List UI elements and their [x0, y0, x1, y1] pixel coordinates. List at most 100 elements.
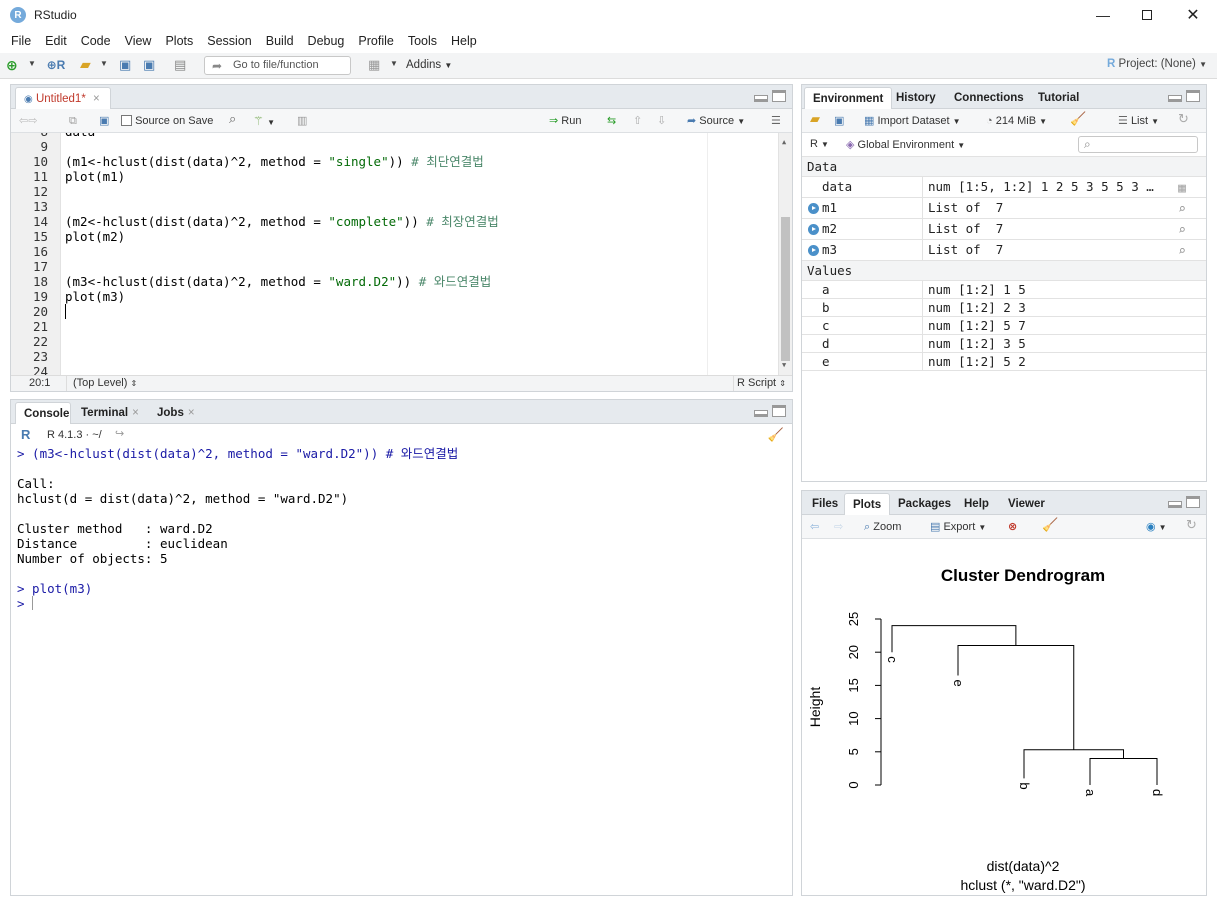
minimize-pane-icon[interactable] [754, 410, 768, 417]
expand-icon[interactable] [808, 245, 819, 256]
tab-connections[interactable]: Connections [946, 87, 1032, 109]
code-tools-wand-icon[interactable]: ⚚ ▼ [253, 114, 275, 130]
console-prompt[interactable]: > [17, 596, 792, 611]
scroll-thumb[interactable] [781, 217, 790, 361]
env-row-data[interactable]: data num [1:5, 1:2] 1 2 5 3 5 5 3 … ▦ [802, 177, 1206, 198]
goto-file-input[interactable]: ➦ Go to file/function [204, 56, 351, 75]
source-button[interactable]: ➦ Source ▼ [687, 114, 745, 129]
tab-files[interactable]: Files [804, 493, 846, 515]
tab-help[interactable]: Help [956, 493, 997, 515]
tab-tutorial[interactable]: Tutorial [1030, 87, 1087, 109]
tab-untitled1[interactable]: ◉ Untitled1* × [15, 87, 111, 109]
zoom-button[interactable]: ⌕ Zoom [864, 520, 901, 534]
search-icon[interactable]: ⌕ [229, 112, 236, 126]
close-tab-icon[interactable]: × [93, 93, 100, 105]
minimize-pane-icon[interactable] [1168, 95, 1182, 102]
layout-dropdown-icon[interactable]: ▼ [390, 59, 398, 68]
menu-build[interactable]: Build [259, 30, 301, 52]
next-plot-icon[interactable]: ⇨ [834, 520, 843, 534]
env-row-a[interactable]: a num [1:2] 1 5 [802, 281, 1206, 299]
minimize-button[interactable]: — [1080, 0, 1126, 30]
go-up-icon[interactable]: ⇧ [633, 114, 642, 128]
maximize-pane-icon[interactable] [772, 90, 786, 102]
menu-edit[interactable]: Edit [38, 30, 74, 52]
previous-plot-icon[interactable]: ⇦ [810, 520, 819, 534]
new-file-dropdown-icon[interactable]: ▼ [28, 59, 36, 68]
close-terminal-icon[interactable]: × [132, 407, 139, 419]
file-type-selector[interactable]: R Script ⇕ [737, 377, 786, 389]
view-table-icon[interactable]: ▦ [1178, 179, 1186, 199]
import-dataset-button[interactable]: ▦ Import Dataset ▼ [864, 114, 961, 129]
scope-dropdown[interactable]: ◈ Global Environment ▼ [846, 138, 965, 151]
close-button[interactable]: ✕ [1170, 0, 1216, 30]
view-mode-list[interactable]: ☰ List ▼ [1118, 114, 1159, 129]
env-row-d[interactable]: d num [1:2] 3 5 [802, 335, 1206, 353]
tab-history[interactable]: History [888, 87, 944, 109]
tab-plots[interactable]: Plots [844, 493, 891, 515]
go-down-icon[interactable]: ⇩ [657, 114, 666, 128]
publish-icon[interactable]: ◉ ▼ [1146, 520, 1167, 535]
menu-tools[interactable]: Tools [401, 30, 444, 52]
tab-terminal[interactable]: Terminal × [73, 402, 147, 424]
magnifier-icon[interactable]: ⌕ [1178, 200, 1186, 220]
editor-scrollbar[interactable]: ▲ ▼ [778, 133, 792, 375]
scope-selector[interactable]: (Top Level) ⇕ [73, 377, 137, 389]
open-dropdown-icon[interactable]: ▼ [100, 59, 108, 68]
scroll-down-icon[interactable]: ▼ [782, 358, 786, 373]
menu-view[interactable]: View [118, 30, 159, 52]
maximize-button[interactable] [1124, 0, 1170, 30]
document-outline-icon[interactable]: ▥ [297, 114, 307, 128]
memory-usage[interactable]: ◔ 214 MiB ▼ [986, 114, 1047, 129]
magnifier-icon[interactable]: ⌕ [1178, 221, 1186, 241]
tab-environment[interactable]: Environment [804, 87, 893, 109]
environment-search-input[interactable]: ⌕ [1078, 136, 1198, 153]
tab-console[interactable]: Console [15, 402, 71, 424]
maximize-pane-icon[interactable] [772, 405, 786, 417]
env-row-m2[interactable]: m2 List of 7 ⌕ [802, 219, 1206, 240]
save-file-icon[interactable]: ▣ [99, 114, 109, 128]
maximize-pane-icon[interactable] [1186, 496, 1200, 508]
addins-menu[interactable]: Addins ▼ [406, 59, 452, 71]
expand-icon[interactable] [808, 224, 819, 235]
expand-icon[interactable] [808, 203, 819, 214]
code-editor[interactable]: 8 9 10 11 12 13 14 15 16 17 18 19 20 21 … [11, 133, 792, 375]
save-all-icon[interactable]: ▣ [143, 57, 155, 73]
menu-debug[interactable]: Debug [301, 30, 352, 52]
tab-viewer[interactable]: Viewer [1000, 493, 1053, 515]
grid-layout-icon[interactable]: ▦ [368, 57, 380, 73]
menu-help[interactable]: Help [444, 30, 484, 52]
new-file-icon[interactable]: ⊕ [6, 57, 18, 74]
save-icon[interactable]: ▣ [119, 57, 131, 73]
env-row-m1[interactable]: m1 List of 7 ⌕ [802, 198, 1206, 219]
load-workspace-icon[interactable]: ▰ [810, 112, 820, 126]
close-jobs-icon[interactable]: × [188, 407, 195, 419]
clear-console-icon[interactable]: 🧹 [768, 427, 784, 443]
show-in-window-icon[interactable]: ⧉ [69, 114, 77, 128]
tab-packages[interactable]: Packages [890, 493, 959, 515]
menu-session[interactable]: Session [200, 30, 258, 52]
maximize-pane-icon[interactable] [1186, 90, 1200, 102]
env-row-b[interactable]: b num [1:2] 2 3 [802, 299, 1206, 317]
back-arrow-icon[interactable]: ⇦⇨ [19, 114, 37, 128]
clear-plots-broom-icon[interactable]: 🧹 [1042, 518, 1058, 532]
language-selector[interactable]: R ▼ [810, 138, 829, 150]
source-on-save-checkbox[interactable]: Source on Save [121, 114, 213, 128]
env-row-c[interactable]: c num [1:2] 5 7 [802, 317, 1206, 335]
minimize-pane-icon[interactable] [1168, 501, 1182, 508]
go-to-directory-icon[interactable]: ↪ [115, 427, 124, 440]
magnifier-icon[interactable]: ⌕ [1178, 242, 1186, 262]
menu-file[interactable]: File [4, 30, 38, 52]
menu-profile[interactable]: Profile [351, 30, 400, 52]
refresh-icon[interactable]: ↻ [1186, 518, 1197, 532]
env-row-e[interactable]: e num [1:2] 5 2 [802, 353, 1206, 371]
rerun-icon[interactable]: ⇆ [607, 114, 616, 128]
project-menu[interactable]: R Project: (None) ▼ [1107, 58, 1207, 70]
console-output[interactable]: > (m3<-hclust(dist(data)^2, method = "wa… [11, 446, 792, 895]
save-workspace-icon[interactable]: ▣ [834, 114, 844, 128]
print-icon[interactable]: ▤ [174, 57, 186, 73]
clear-objects-broom-icon[interactable]: 🧹 [1070, 112, 1086, 126]
new-project-icon[interactable]: ⊕R [46, 56, 66, 74]
scroll-up-icon[interactable]: ▲ [782, 135, 786, 150]
env-row-m3[interactable]: m3 List of 7 ⌕ [802, 240, 1206, 261]
remove-plot-icon[interactable]: ⊗ [1008, 520, 1017, 534]
